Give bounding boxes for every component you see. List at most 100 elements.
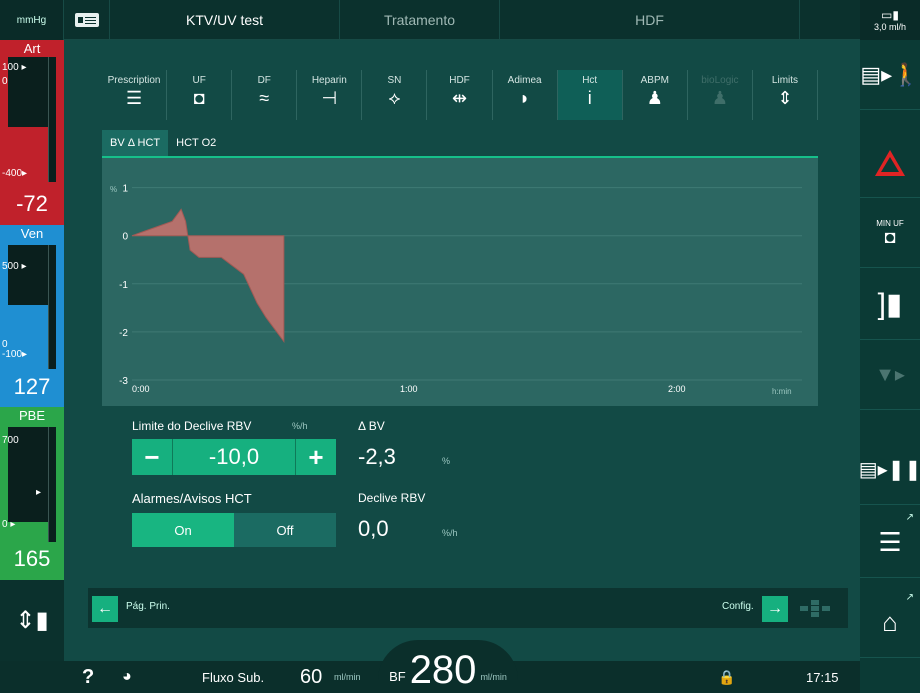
patient-card-button[interactable] [64,0,110,40]
y-tick-label: -2 [119,328,128,339]
tab-df[interactable]: DF ≈ [232,70,298,120]
venous-upper-limit: 500 [2,261,19,272]
alarm-off-button[interactable]: Off [234,513,336,547]
alarm-button[interactable] [860,128,920,198]
lock-icon[interactable]: 🔒 [718,661,735,693]
slope-limit-stepper: − -10,0 + [132,439,336,475]
wave-icon: ≈ [259,88,270,108]
subtab-bv-hct[interactable]: BV Δ HCT [102,130,169,156]
arterial-lower-limit: -400 [2,168,23,179]
main-page-label: Pág. Prin. [126,601,170,612]
battery-status: ▭▮ 3,0 ml/h [860,0,920,40]
x-axis-label: h:min [772,387,792,396]
tab-abpm[interactable]: ABPM ♟ [623,70,688,120]
venous-lower-limit: -100 [2,349,23,360]
help-button[interactable]: ? [82,661,94,693]
hct-controls: Limite do Declive RBV %/h − -10,0 + Δ BV… [102,406,818,568]
hct-alarm-label: Alarmes/Avisos HCT [132,491,252,506]
disabled-action-button: ▼▸ [860,340,920,410]
rbv-slope-label: Declive RBV [358,491,426,505]
warning-icon [875,149,905,176]
tab-biologic: bioLogic ♟ [688,70,753,120]
single-needle-icon: ⟡ [388,88,401,108]
home-button[interactable]: ↗ ⌂ [860,588,920,658]
hct-alarm-toggle: On Off [132,513,336,547]
arrow-right-icon: → [767,600,783,617]
patient-card-icon [74,13,99,27]
clock-time: 17:15 [806,669,839,685]
arterial-pressure[interactable]: Art 100 ▸ 0 -400▸ -72 [0,40,64,225]
battery-value: 3,0 [873,22,887,32]
back-button[interactable]: ← [92,596,118,622]
arterial-value: -72 [16,191,48,216]
therapy-type: HDF [500,0,800,40]
x-tick-label: 1:00 [400,384,418,394]
limits-icon: ⇕ [777,88,793,108]
disabled-device-icon: ▼▸ [875,364,905,386]
tab-adimea[interactable]: Adimea ◗ [493,70,558,120]
pbe-value: 165 [13,546,51,571]
venous-pressure[interactable]: Ven 500 ▸ 0 -100▸ 127 [0,225,64,407]
min-uf-icon: ◘ [884,227,896,247]
hct-icon: i [587,88,592,108]
pbe-pressure[interactable]: PBE 700 ▸ 0 ▸ 165 [0,407,64,580]
arterial-zero: 0 [2,76,8,87]
tab-hct[interactable]: Hct i [557,70,623,120]
patient-disconnect-button[interactable]: ▤▸🚶 [860,40,920,110]
tab-bar: Prescription ☰ UF ◘ DF ≈ Heparin ⊣ SN ⟡ HDF ⇹ … [102,70,819,120]
substitution-flow-unit: ml/min [334,672,361,682]
y-tick-label: -3 [119,376,128,387]
hdf-icon: ⇹ [451,88,468,108]
pause-icon: ▤▸❚❚ [858,459,920,481]
y-tick-label: 1 [122,184,128,195]
biologic-icon: ♟ [711,88,728,108]
home-icon: ⌂ [882,607,898,637]
bolus-icon: ]▮ [877,288,903,321]
venous-label: Ven [20,226,44,241]
level-adjust-button[interactable]: ⇕▮ [0,580,64,661]
tab-sn[interactable]: SN ⟡ [362,70,428,120]
subtab-hct-o2[interactable]: HCT O2 [168,130,224,156]
menu-button[interactable]: ↗ ☰ [860,508,920,578]
level-adjust-icon: ⇕▮ [15,607,49,634]
alarm-on-button[interactable]: On [132,513,234,547]
slope-limit-label: Limite do Declive RBV [132,419,252,433]
blood-flow-value: 280 [409,648,477,692]
subtab-bar: BV Δ HCT HCT O2 [102,130,818,158]
bolus-button[interactable]: ]▮ [860,270,920,340]
rbv-slope-value: 0,0 [358,516,389,541]
config-button[interactable]: → [762,596,788,622]
blood-flow-label: BF [389,669,406,684]
tab-limits[interactable]: Limits ⇕ [753,70,819,120]
slope-limit-value[interactable]: -10,0 [172,439,296,475]
decrease-button[interactable]: − [132,439,172,475]
main-panel: Prescription ☰ UF ◘ DF ≈ Heparin ⊣ SN ⟡ HDF ⇹ … [64,40,860,661]
arrow-left-icon: ← [97,600,113,617]
y-axis-label: % [110,185,117,194]
delta-bv-value: -2,3 [358,444,396,469]
increase-button[interactable]: + [296,439,336,475]
substitution-flow-label: Fluxo Sub. [202,669,265,685]
substitution-flow-value[interactable]: 60 [300,661,322,693]
arterial-scale [8,57,56,182]
min-uf-button[interactable]: MIN UF ◘ [860,198,920,268]
tab-prescription[interactable]: Prescription ☰ [102,70,168,120]
tab-hdf[interactable]: HDF ⇹ [427,70,493,120]
chart-background [102,158,818,406]
pressure-unit: mmHg [0,0,64,40]
delta-bv-label: Δ BV [358,419,385,433]
battery-unit: ml/h [889,22,907,32]
bv-chart: 1 0 -1 -2 -3% 0:00 1:00 2:00 h:min [102,158,818,406]
blood-flow-display[interactable]: BF 280 ml/min [378,640,518,693]
y-tick-label: 0 [122,232,128,243]
timer-icon[interactable]: ◕ [122,661,132,693]
syringe-icon: ⊣ [321,88,338,108]
venous-value: 127 [13,374,51,399]
tab-heparin[interactable]: Heparin ⊣ [297,70,363,120]
adimea-icon: ◗ [519,88,531,108]
x-tick-label: 0:00 [132,384,150,394]
tab-uf[interactable]: UF ◘ [167,70,233,120]
treatment-pause-button[interactable]: ▤▸❚❚ [858,435,920,505]
battery-icon: ▭▮ [881,8,899,22]
sliders-icon: ☰ [125,88,143,108]
